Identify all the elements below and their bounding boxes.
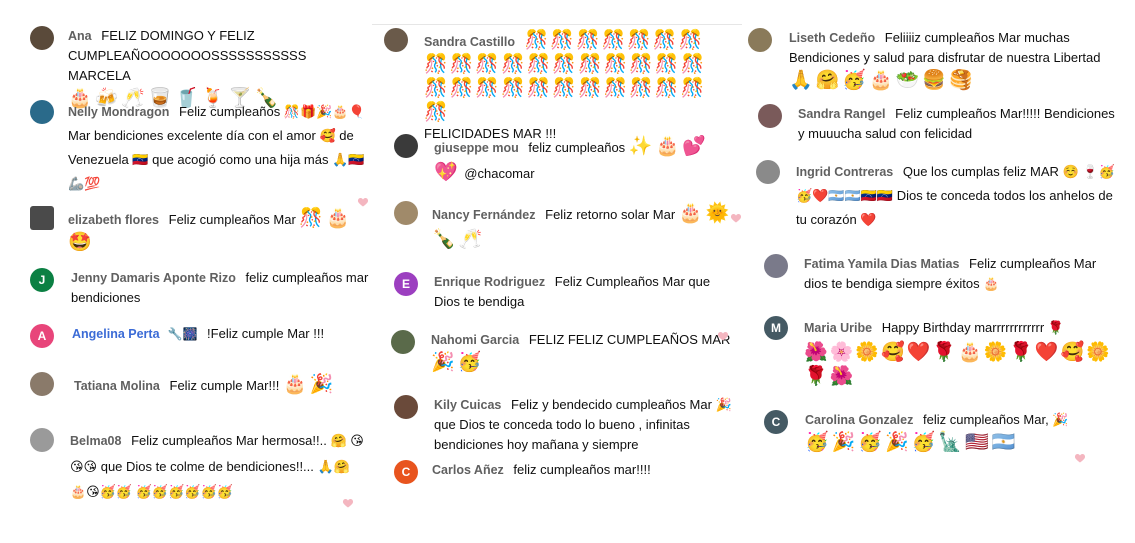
comment-author[interactable]: Enrique Rodriguez [434, 275, 545, 289]
comment-author[interactable]: Kily Cuicas [434, 398, 501, 412]
comment-item: Ana FELIZ DOMINGO Y FELIZ CUMPLEAÑOOOOOO… [30, 26, 365, 110]
comment-author[interactable]: Angelina Perta [72, 327, 160, 341]
avatar[interactable] [748, 28, 772, 52]
comment-text: feliz cumpleaños [528, 140, 626, 155]
comment-item: M Maria Uribe Happy Birthday marrrrrrrrr… [764, 316, 1119, 388]
comment-author[interactable]: Fatima Yamila Dias Matias [804, 257, 959, 271]
avatar[interactable]: C [394, 460, 418, 484]
avatar-initial: J [38, 273, 46, 287]
comment-item: J Jenny Damaris Aponte Rizo feliz cumple… [30, 268, 370, 308]
comment-text: Feliz cumpleaños Mar [168, 212, 296, 227]
avatar[interactable]: J [30, 268, 54, 292]
avatar[interactable] [764, 254, 788, 278]
comment-emoji: 🎉🥳 [431, 351, 485, 373]
avatar[interactable] [758, 104, 782, 128]
comment-author[interactable]: Sandra Rangel [798, 107, 886, 121]
avatar[interactable] [30, 100, 54, 124]
avatar[interactable] [394, 134, 418, 158]
avatar[interactable] [30, 428, 54, 452]
comment-item: Belma08 Feliz cumpleaños Mar hermosa!!..… [30, 428, 365, 504]
comment-author[interactable]: Nelly Mondragon [68, 105, 169, 119]
avatar[interactable]: E [394, 272, 418, 296]
comment-emoji: 🙏🤗🥳🎂🥗🍔🥞 [789, 69, 976, 91]
comment-item: Kily Cuicas Feliz y bendecido cumpleaños… [394, 395, 739, 455]
comment-text: FELIZ FELIZ CUMPLEAÑOS MAR [528, 332, 731, 347]
avatar-initial: C [401, 465, 411, 479]
avatar[interactable] [30, 372, 54, 396]
divider [372, 24, 742, 25]
comment-item: elizabeth flores Feliz cumpleaños Mar 🎊🎂… [30, 206, 365, 254]
avatar-initial: E [401, 277, 410, 291]
comment-emoji: 🥳🎉🥳🎉🥳🗽🇺🇸🇦🇷 [805, 431, 1019, 453]
comments-column-middle: Sandra Castillo 🎊🎊🎊🎊🎊🎊🎊🎊🎊🎊🎊🎊🎊🎊🎊🎊🎊🎊🎊🎊🎊🎊🎊🎊… [372, 0, 742, 543]
comment-author[interactable]: giuseppe mou [434, 141, 519, 155]
avatar[interactable] [30, 26, 54, 50]
comment-author[interactable]: elizabeth flores [68, 213, 159, 227]
comment-item: Tatiana Molina Feliz cumple Mar!!! 🎂🎉 [30, 372, 365, 396]
avatar[interactable] [384, 28, 408, 52]
comment-text: Feliz cumple Mar!!! [169, 378, 280, 393]
comment-item: Sandra Rangel Feliz cumpleaños Mar!!!!! … [758, 104, 1118, 144]
avatar[interactable] [30, 206, 54, 230]
comment-item: Nancy Fernández Feliz retorno solar Mar … [394, 201, 734, 253]
comment-author[interactable]: Liseth Cedeño [789, 31, 875, 45]
heart-icon[interactable] [357, 196, 369, 208]
comment-item: A Angelina Perta 🔧🎆 !Feliz cumple Mar !!! [30, 324, 365, 348]
comment-emoji: 🌺🌸🌼🥰❤️🌹🎂🌼🌹❤️🥰🌼🌹🌺 [804, 341, 1112, 387]
avatar-initial: M [771, 321, 781, 335]
comment-author[interactable]: Maria Uribe [804, 321, 872, 335]
channel-badge-icon: 🔧🎆 [167, 327, 198, 341]
comment-item: Nelly Mondragon Feliz cumpleaños 🎊🎁🎉🎂🎈 M… [30, 100, 365, 196]
comment-author[interactable]: Ingrid Contreras [796, 165, 893, 179]
comment-item: Nahomi Garcia FELIZ FELIZ CUMPLEAÑOS MAR… [391, 330, 731, 374]
comment-item: C Carolina Gonzalez feliz cumpleaños Mar… [764, 410, 1119, 454]
comment-text: feliz cumpleaños mar!!!! [513, 462, 651, 477]
comment-item: E Enrique Rodriguez Feliz Cumpleaños Mar… [394, 272, 734, 312]
avatar[interactable]: A [30, 324, 54, 348]
comment-author[interactable]: Carlos Añez [432, 463, 504, 477]
avatar[interactable] [391, 330, 415, 354]
comment-text: FELIZ DOMINGO Y FELIZ CUMPLEAÑOOOOOOOSSS… [68, 28, 307, 83]
avatar-initial: A [37, 329, 47, 343]
comments-column-right: Liseth Cedeño Feliiiiz cumpleaños Mar mu… [744, 0, 1135, 543]
comment-author[interactable]: Belma08 [70, 434, 121, 448]
comment-emoji: 🎂🎉 [282, 373, 337, 395]
comment-author[interactable]: Jenny Damaris Aponte Rizo [71, 271, 236, 285]
avatar[interactable] [394, 395, 418, 419]
avatar[interactable] [756, 160, 780, 184]
heart-icon[interactable] [1074, 452, 1086, 464]
comment-author[interactable]: Sandra Castillo [424, 35, 515, 49]
heart-icon[interactable] [717, 330, 729, 342]
comment-mention[interactable]: @chacomar [464, 166, 534, 181]
comment-item: giuseppe mou feliz cumpleaños ✨🎂💕💖 @chac… [394, 134, 734, 186]
avatar[interactable]: M [764, 316, 788, 340]
comment-text: feliz cumpleaños Mar, 🎉 [922, 412, 1069, 427]
comment-text: Happy Birthday marrrrrrrrrrrr 🌹 [881, 320, 1065, 335]
comments-column-left: Ana FELIZ DOMINGO Y FELIZ CUMPLEAÑOOOOOO… [0, 0, 370, 543]
comment-author[interactable]: Tatiana Molina [74, 379, 160, 393]
comment-item: Ingrid Contreras Que los cumplas feliz M… [756, 160, 1116, 232]
comment-author[interactable]: Nancy Fernández [432, 208, 536, 222]
avatar-initial: C [771, 415, 781, 429]
comment-author[interactable]: Carolina Gonzalez [805, 413, 913, 427]
comment-text: !Feliz cumple Mar !!! [207, 326, 325, 341]
avatar[interactable] [394, 201, 418, 225]
comment-item: Liseth Cedeño Feliiiiz cumpleaños Mar mu… [748, 28, 1118, 92]
comment-item: Sandra Castillo 🎊🎊🎊🎊🎊🎊🎊🎊🎊🎊🎊🎊🎊🎊🎊🎊🎊🎊🎊🎊🎊🎊🎊🎊… [384, 28, 729, 144]
comment-item: C Carlos Añez feliz cumpleaños mar!!!! [394, 460, 734, 484]
comment-text: Feliz retorno solar Mar [545, 207, 676, 222]
heart-icon[interactable] [730, 212, 742, 224]
comment-author[interactable]: Ana [68, 29, 92, 43]
comment-item: Fatima Yamila Dias Matias Feliz cumpleañ… [764, 254, 1119, 294]
heart-icon[interactable] [342, 497, 354, 509]
avatar[interactable]: C [764, 410, 788, 434]
comment-author[interactable]: Nahomi Garcia [431, 333, 519, 347]
